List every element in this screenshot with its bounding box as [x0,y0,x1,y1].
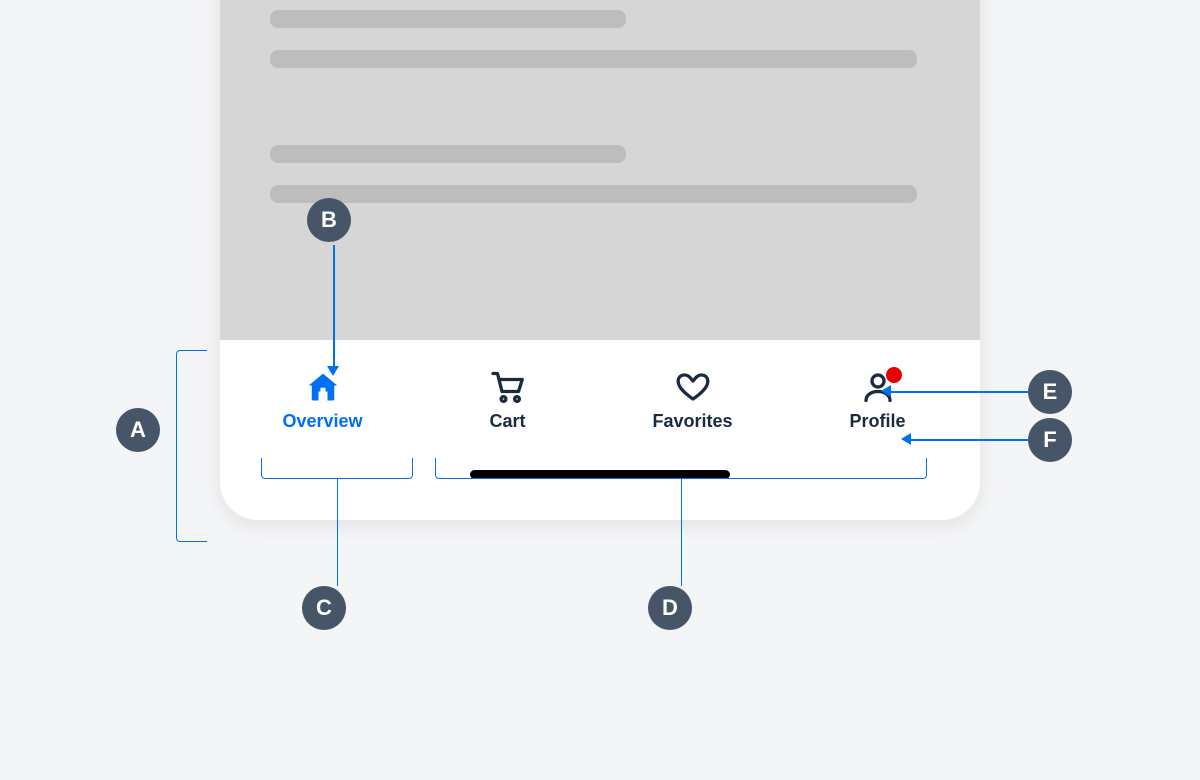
tab-bar: Overview Cart Favorite [220,340,980,460]
placeholder-line [270,10,626,28]
placeholder-line [270,185,917,203]
annotation-label-a: A [116,408,160,452]
home-indicator [470,470,730,479]
placeholder-content [220,0,980,340]
tab-label: Cart [489,411,525,432]
placeholder-line [270,50,917,68]
annotation-label-d: D [648,586,692,630]
annotation-label-e: E [1028,370,1072,414]
tab-favorites[interactable]: Favorites [600,369,785,432]
cart-icon [488,369,528,405]
notification-badge [886,367,902,383]
tab-cart[interactable]: Cart [415,369,600,432]
tab-label: Overview [282,411,362,432]
tab-label: Profile [849,411,905,432]
annotation-bracket-a [176,350,207,542]
person-icon [858,369,898,405]
heart-icon [673,369,713,405]
annotation-arrow-b [327,366,339,376]
diagram-canvas: Overview Cart Favorite [0,0,1200,780]
annotation-label-c: C [302,586,346,630]
placeholder-line [270,145,626,163]
device-frame: Overview Cart Favorite [220,0,980,520]
annotation-arrow-e [881,385,891,397]
tab-profile[interactable]: Profile [785,369,970,432]
annotation-label-f: F [1028,418,1072,462]
tab-overview[interactable]: Overview [230,369,415,432]
tab-label: Favorites [652,411,732,432]
annotation-label-b: B [307,198,351,242]
annotation-arrow-f [901,433,911,445]
